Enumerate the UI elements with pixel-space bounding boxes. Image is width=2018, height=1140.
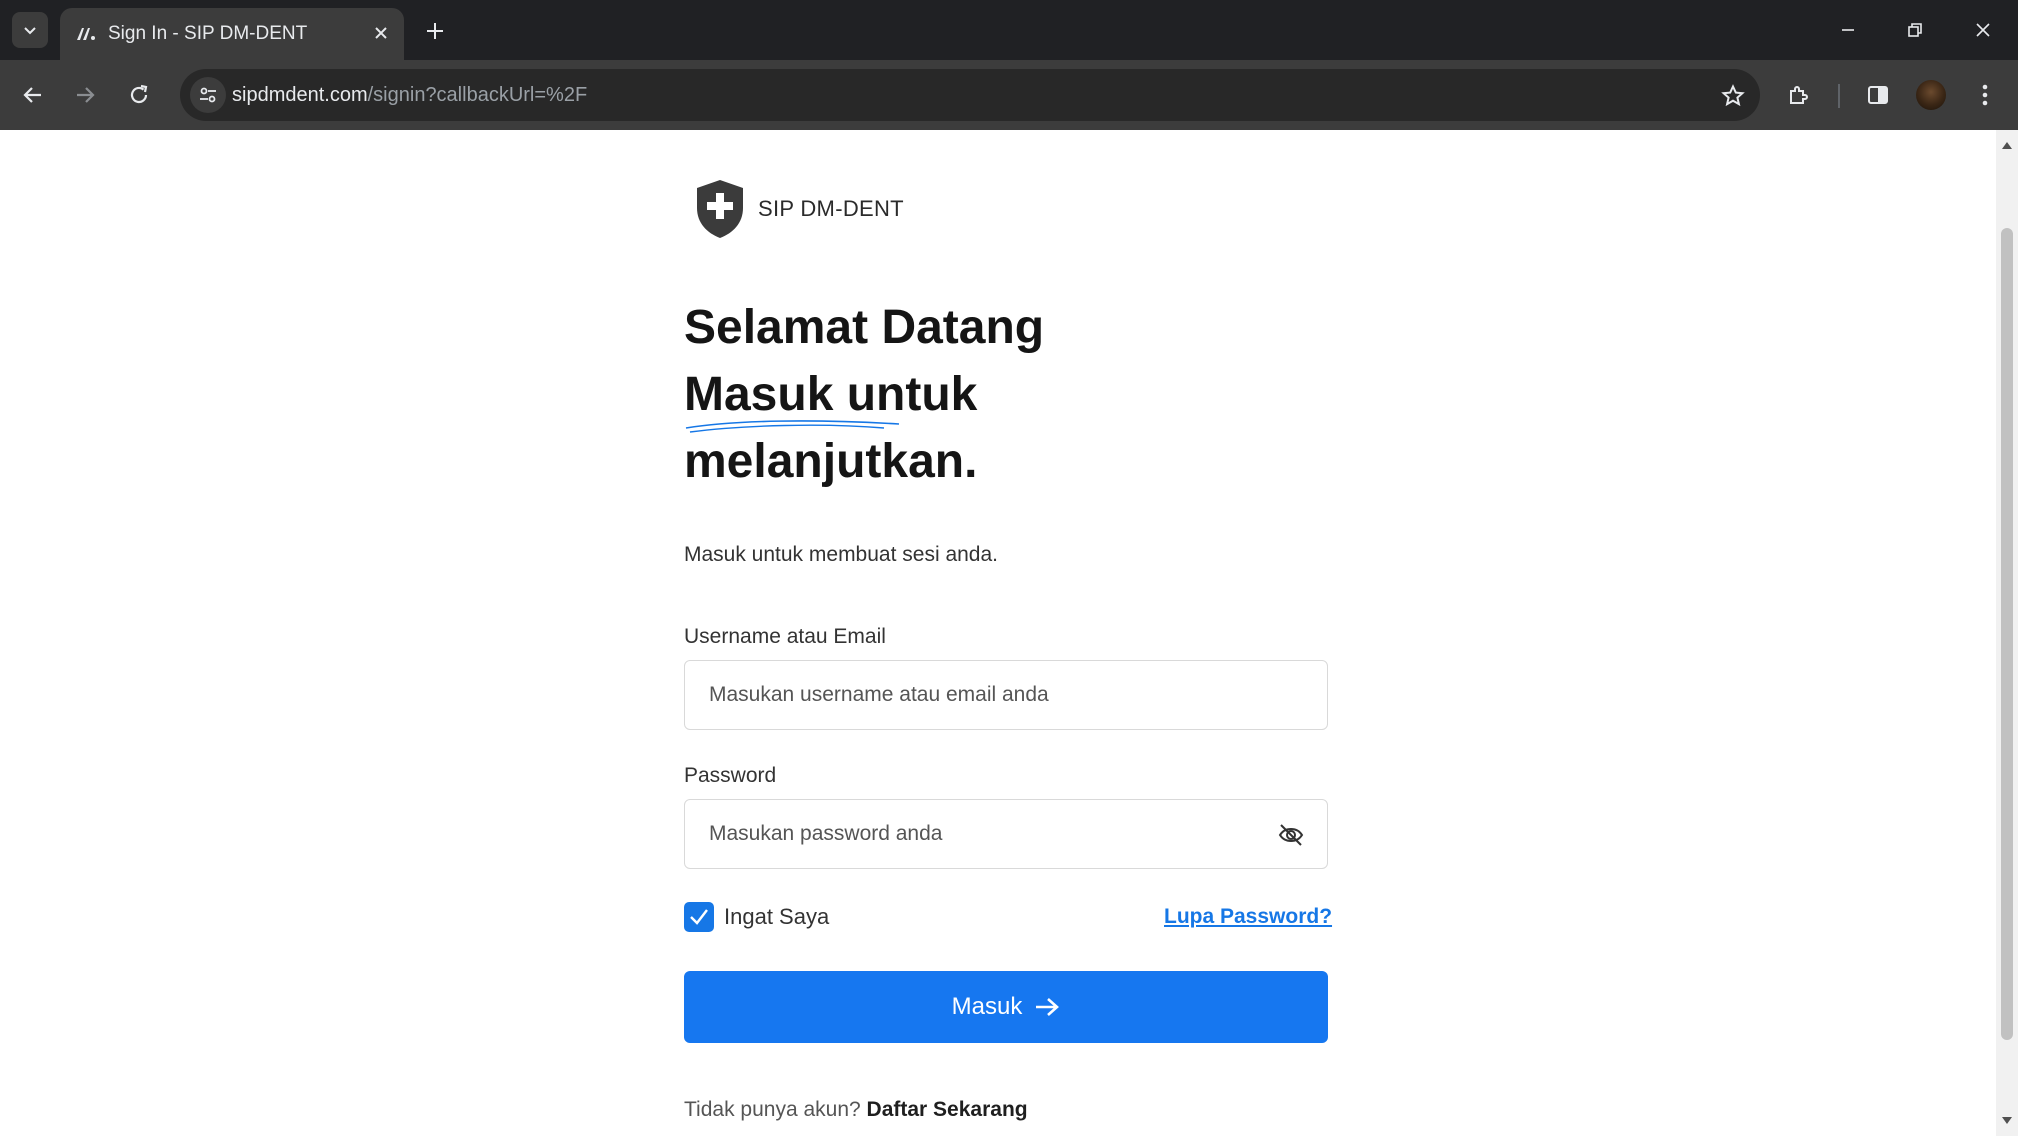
browser-chrome: Sign In - SIP DM-DENT sipdmdent.com/sign… xyxy=(0,0,2018,130)
page-scrollbar[interactable] xyxy=(1996,130,2018,1136)
arrow-left-icon xyxy=(23,87,41,103)
page-title: Selamat Datang Masuk untuk melanjutkan. xyxy=(684,294,1384,495)
triangle-up-icon xyxy=(2002,142,2012,149)
page-viewport: SIP DM-DENT Selamat Datang Masuk untuk m… xyxy=(0,130,1996,1136)
address-bar[interactable]: sipdmdent.com/signin?callbackUrl=%2F xyxy=(180,69,1760,121)
restore-button[interactable] xyxy=(1895,10,1935,50)
url-text: sipdmdent.com/signin?callbackUrl=%2F xyxy=(232,84,587,107)
password-field[interactable] xyxy=(684,799,1328,869)
subtitle: Masuk untuk membuat sesi anda. xyxy=(684,543,998,566)
brand-name: SIP DM-DENT xyxy=(758,196,904,221)
username-label: Username atau Email xyxy=(684,625,886,648)
remember-label: Ingat Saya xyxy=(724,904,830,929)
toolbar-divider xyxy=(1838,84,1840,108)
tab-close-button[interactable] xyxy=(368,20,394,46)
heading-line: melanjutkan. xyxy=(684,435,978,488)
scroll-up-arrow[interactable] xyxy=(2000,138,2014,152)
username-input[interactable] xyxy=(685,661,1327,729)
active-tab[interactable]: Sign In - SIP DM-DENT xyxy=(60,8,404,60)
arrow-right-icon xyxy=(77,87,95,103)
url-domain: sipdmdent.com xyxy=(232,84,368,106)
minimize-button[interactable] xyxy=(1828,10,1868,50)
shield-plus-icon xyxy=(697,180,743,238)
arrow-right-icon xyxy=(1036,998,1060,1016)
site-info-button[interactable] xyxy=(190,77,226,113)
extensions-button[interactable] xyxy=(1780,76,1818,114)
reload-button[interactable] xyxy=(120,76,158,114)
password-input[interactable] xyxy=(685,800,1327,868)
minimize-icon xyxy=(1842,29,1854,31)
new-tab-button[interactable] xyxy=(418,14,452,48)
back-button[interactable] xyxy=(14,76,52,114)
triangle-down-icon xyxy=(2002,1117,2012,1124)
scrollbar-thumb[interactable] xyxy=(2001,228,2013,1040)
login-button[interactable]: Masuk xyxy=(684,971,1328,1043)
side-panel-button[interactable] xyxy=(1859,76,1897,114)
eye-off-icon[interactable] xyxy=(1277,822,1305,848)
site-favicon-icon xyxy=(77,28,95,40)
puzzle-icon xyxy=(1790,86,1808,104)
scroll-down-arrow[interactable] xyxy=(2000,1114,2014,1128)
reload-icon xyxy=(130,84,148,104)
signup-prompt-text: Tidak punya akun? xyxy=(684,1098,861,1121)
tab-title: Sign In - SIP DM-DENT xyxy=(108,23,308,44)
side-panel-icon xyxy=(1868,86,1888,104)
forgot-password-link[interactable]: Lupa Password? xyxy=(1164,905,1332,929)
tab-search-button[interactable] xyxy=(12,12,48,48)
login-button-label: Masuk xyxy=(951,993,1023,1020)
brand-logo: SIP DM-DENT xyxy=(694,178,904,240)
close-icon xyxy=(375,27,387,39)
remember-me[interactable]: Ingat Saya xyxy=(684,901,829,933)
browser-toolbar: sipdmdent.com/signin?callbackUrl=%2F xyxy=(0,60,2018,130)
tab-strip: Sign In - SIP DM-DENT xyxy=(0,0,2018,60)
browser-menu-button[interactable] xyxy=(1966,76,2004,114)
chevron-down-icon xyxy=(24,27,36,35)
close-icon xyxy=(1976,23,1990,37)
star-icon xyxy=(1721,84,1745,107)
remember-checkbox[interactable] xyxy=(684,902,714,932)
more-vertical-icon xyxy=(1982,84,1988,106)
forward-button[interactable] xyxy=(66,76,104,114)
profile-avatar[interactable] xyxy=(1916,80,1946,110)
signup-prompt: Tidak punya akun? Daftar Sekarang xyxy=(684,1098,1028,1122)
plus-icon xyxy=(427,23,443,39)
tune-icon xyxy=(200,87,216,103)
close-window-button[interactable] xyxy=(1963,10,2003,50)
checkmark-icon xyxy=(690,909,708,925)
restore-icon xyxy=(1908,23,1922,37)
heading-line: Selamat Datang xyxy=(684,301,1045,354)
scribble-underline xyxy=(685,420,900,433)
password-label: Password xyxy=(684,764,777,787)
username-field[interactable] xyxy=(684,660,1328,730)
url-path: /signin?callbackUrl=%2F xyxy=(367,84,588,106)
bookmark-button[interactable] xyxy=(1718,81,1748,111)
signup-link[interactable]: Daftar Sekarang xyxy=(867,1098,1028,1121)
